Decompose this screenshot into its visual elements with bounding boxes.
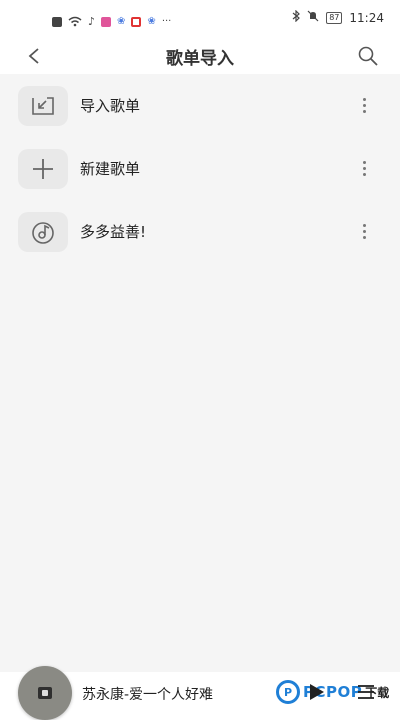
list-item-label: 新建歌单 (80, 160, 141, 178)
playlist-queue-icon (358, 685, 374, 699)
playlist-list: 导入歌单 新建歌单 多多益善! (0, 74, 400, 263)
notification-alert-icon (52, 16, 62, 27)
music-note-icon: ♪ (88, 15, 96, 28)
app-notification-icon (101, 16, 112, 27)
more-options-button[interactable] (354, 220, 374, 244)
list-item-label: 多多益善! (80, 223, 147, 241)
play-icon (310, 684, 324, 700)
page-title: 歌单导入 (166, 49, 234, 69)
search-icon (358, 46, 378, 66)
battery-indicator: 87 (326, 11, 343, 24)
watermark-logo: P (276, 680, 300, 704)
list-item-duoduoyishan-playlist[interactable]: 多多益善! (0, 200, 400, 263)
status-bar-notifications: ♪ ❀ ❀ ··· (52, 12, 171, 31)
status-bar-system: 87 11:24 (292, 9, 384, 25)
playlist-queue-button[interactable] (356, 682, 376, 702)
video-app-icon (131, 16, 142, 27)
mini-player[interactable]: 苏永康-爱一个人好难 P PCPOP 下载 (0, 666, 400, 720)
import-arrow-icon (32, 96, 54, 115)
more-options-button[interactable] (354, 157, 374, 181)
play-button[interactable] (306, 682, 326, 702)
search-button[interactable] (354, 42, 382, 70)
flower-icon: ❀ (117, 16, 126, 27)
more-options-button[interactable] (354, 94, 374, 118)
wifi-icon (68, 12, 82, 31)
status-time: 11:24 (349, 10, 384, 25)
mute-icon (307, 10, 319, 25)
item-icon-tile (18, 85, 68, 126)
now-playing-title[interactable]: 苏永康-爱一个人好难 (82, 684, 213, 704)
list-item-label: 导入歌单 (80, 97, 141, 115)
flower-icon-2: ❀ (147, 16, 156, 27)
list-item-new-playlist[interactable]: 新建歌单 (0, 137, 400, 200)
item-icon-tile (18, 148, 68, 189)
list-item-import-playlist[interactable]: 导入歌单 (0, 74, 400, 137)
item-icon-tile (18, 211, 68, 252)
more-notifications-icon: ··· (161, 16, 172, 27)
status-bar: ♪ ❀ ❀ ··· 87 11:24 (0, 0, 400, 38)
bluetooth-icon (292, 9, 301, 25)
plus-icon (33, 158, 53, 179)
app-bar: 歌单导入 (0, 38, 400, 74)
disc-note-icon (32, 221, 54, 244)
album-cover-icon (38, 687, 52, 699)
album-art[interactable] (18, 666, 72, 720)
